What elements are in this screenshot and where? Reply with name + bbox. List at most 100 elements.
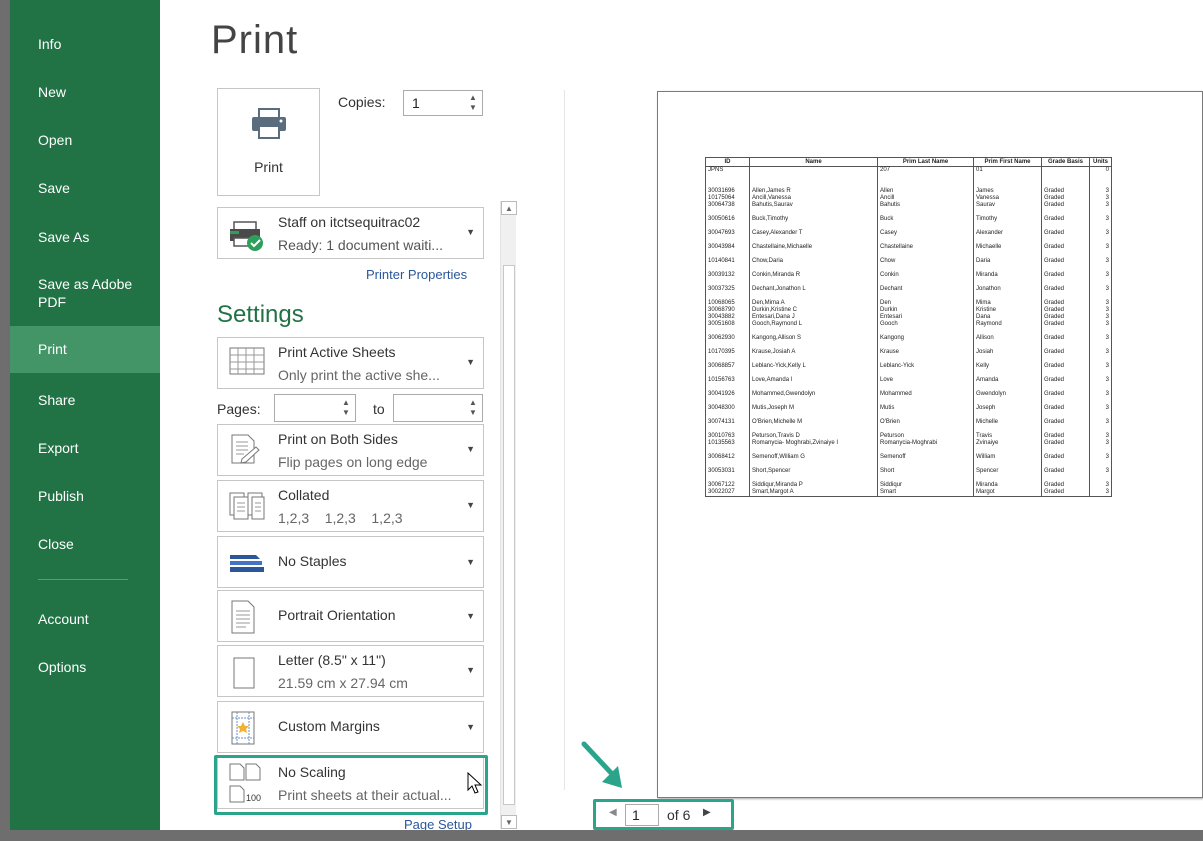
- collation-dropdown[interactable]: Collated 1,2,3 1,2,3 1,2,3 ▼: [217, 480, 484, 532]
- collation-title: Collated: [278, 487, 330, 503]
- scrollbar-thumb[interactable]: [503, 265, 515, 805]
- pages-to-down-icon[interactable]: ▼: [468, 409, 478, 417]
- table-cell-last: Peturson: [877, 426, 974, 440]
- collated-pages-icon: [229, 492, 265, 520]
- chevron-down-icon: ▼: [466, 611, 475, 621]
- table-cell-last: Mutis: [877, 398, 974, 412]
- portrait-page-icon: [231, 600, 255, 634]
- orientation-dropdown[interactable]: Portrait Orientation ▼: [217, 590, 484, 642]
- staples-dropdown[interactable]: No Staples ▼: [217, 536, 484, 588]
- copies-input[interactable]: 1 ▲ ▼: [403, 90, 483, 116]
- table-cell-units: 3: [1089, 174, 1112, 195]
- page-title: Print: [211, 18, 299, 62]
- pages-from-up-icon[interactable]: ▲: [341, 399, 351, 407]
- table-cell-last: Bahutis: [877, 202, 974, 209]
- preview-header-grade-basis: Grade Basis: [1041, 157, 1090, 167]
- table-cell-name: Smart,Margot A: [749, 489, 878, 497]
- sidebar-item-save-as[interactable]: Save As: [10, 228, 160, 246]
- table-cell-grade: Graded: [1041, 174, 1090, 195]
- table-cell-first: Miranda: [973, 265, 1042, 279]
- pages-to-input[interactable]: ▲ ▼: [393, 394, 483, 422]
- print-what-dropdown[interactable]: Print Active Sheets Only print the activ…: [217, 337, 484, 389]
- printer-properties-link[interactable]: Printer Properties: [366, 267, 467, 282]
- printer-dropdown[interactable]: Staff on itctsequitrac02 Ready: 1 docume…: [217, 207, 484, 259]
- copies-up-icon[interactable]: ▲: [468, 94, 478, 102]
- table-cell-grade: Graded: [1041, 293, 1090, 307]
- table-row: 30022027 Smart,Margot A Smart Margot Graded 3: [705, 489, 1112, 497]
- table-cell-first: Joseph: [973, 398, 1042, 412]
- sidebar-item-close[interactable]: Close: [10, 535, 160, 553]
- sidebar-item-options[interactable]: Options: [10, 658, 160, 676]
- table-cell-id: 30051608: [705, 321, 750, 328]
- sides-dropdown[interactable]: Print on Both Sides Flip pages on long e…: [217, 424, 484, 476]
- copies-down-icon[interactable]: ▼: [468, 104, 478, 112]
- table-cell-units: 3: [1089, 321, 1112, 328]
- chevron-down-icon: ▼: [466, 500, 475, 510]
- table-cell-first: Saurav: [973, 202, 1042, 209]
- paper-size-dropdown[interactable]: Letter (8.5" x 11") 21.59 cm x 27.94 cm …: [217, 645, 484, 697]
- table-cell-id: 30068790: [705, 307, 750, 314]
- table-row: 30067122 Siddiqur,Miranda P Siddiqur Mirand…: [705, 475, 1112, 489]
- print-button[interactable]: Print: [217, 88, 320, 196]
- printer-icon: [252, 108, 286, 139]
- annotation-arrow-icon: [581, 741, 622, 788]
- table-cell-grade: Graded: [1041, 314, 1090, 321]
- sidebar-item-account[interactable]: Account: [10, 610, 160, 628]
- scaling-highlight: [214, 755, 488, 815]
- pages-to-up-icon[interactable]: ▲: [468, 399, 478, 407]
- table-row: 10170395 Krause,Josiah A Krause Josiah Grade…: [705, 342, 1112, 356]
- table-cell-name: Mohammed,Gwendolyn: [749, 384, 878, 398]
- sidebar-item-export[interactable]: Export: [10, 439, 160, 457]
- table-cell-id: 10170395: [705, 342, 750, 356]
- table-cell-grade: Graded: [1041, 412, 1090, 426]
- table-cell-first: Margot: [973, 489, 1042, 497]
- sidebar-item-publish[interactable]: Publish: [10, 487, 160, 505]
- table-cell-name: Dechant,Jonathon L: [749, 279, 878, 293]
- printer-status: Ready: 1 document waiti...: [278, 237, 443, 253]
- table-cell-name: [749, 166, 878, 174]
- table-cell-grade: Graded: [1041, 461, 1090, 475]
- settings-scrollbar[interactable]: ▲ ▼: [500, 201, 517, 829]
- table-cell-name: Den,Mima A: [749, 293, 878, 307]
- table-row: 30031696 Allen,James R Allen James Graded 3: [705, 174, 1112, 195]
- table-cell-last: Buck: [877, 209, 974, 223]
- table-cell-name: Allen,James R: [749, 174, 878, 195]
- table-cell-units: 3: [1089, 195, 1112, 202]
- table-cell-grade: Graded: [1041, 447, 1090, 461]
- table-cell-units: 3: [1089, 251, 1112, 265]
- pages-from-input[interactable]: ▲ ▼: [274, 394, 356, 422]
- table-cell-id: 30031696: [705, 174, 750, 195]
- sidebar-item-save[interactable]: Save: [10, 179, 160, 197]
- excel-backstage-window: Info New Open Save Save As Save as Adobe…: [10, 0, 1203, 830]
- table-cell-first: Michelle: [973, 412, 1042, 426]
- table-cell-grade: Graded: [1041, 321, 1090, 328]
- table-cell-name: Romanycia- Moghrabi,Zvinaiye I: [749, 440, 878, 447]
- sidebar-item-new[interactable]: New: [10, 83, 160, 101]
- printer-ready-icon: [230, 221, 263, 251]
- table-cell-name: Kangong,Allison S: [749, 328, 878, 342]
- scroll-down-icon[interactable]: ▼: [501, 815, 517, 829]
- table-cell-last: Dechant: [877, 279, 974, 293]
- table-cell-units: 3: [1089, 328, 1112, 342]
- scroll-up-icon[interactable]: ▲: [501, 201, 517, 215]
- table-cell-grade: [1041, 166, 1090, 174]
- paper-size-subtitle: 21.59 cm x 27.94 cm: [278, 675, 408, 691]
- table-cell-grade: Graded: [1041, 237, 1090, 251]
- table-cell-first: Kelly: [973, 356, 1042, 370]
- sidebar-item-open[interactable]: Open: [10, 131, 160, 149]
- table-cell-name: Mutis,Joseph M: [749, 398, 878, 412]
- table-cell-first: James: [973, 174, 1042, 195]
- table-cell-last: Gooch: [877, 321, 974, 328]
- page-setup-link[interactable]: Page Setup: [404, 817, 472, 830]
- sidebar-item-share[interactable]: Share: [10, 391, 160, 409]
- table-row: 10135563 Romanycia- Moghrabi,Zvinaiye I Ro…: [705, 440, 1112, 447]
- sidebar-item-info[interactable]: Info: [10, 35, 160, 53]
- table-cell-name: Buck,Timothy: [749, 209, 878, 223]
- table-cell-units: 3: [1089, 440, 1112, 447]
- pages-from-down-icon[interactable]: ▼: [341, 409, 351, 417]
- sidebar-item-save-as-adobe-pdf[interactable]: Save as Adobe PDF: [10, 275, 140, 311]
- table-row: 30074131 O'Brien,Michelle M O'Brien Michell…: [705, 412, 1112, 426]
- margins-dropdown[interactable]: Custom Margins ▼: [217, 701, 484, 753]
- sidebar-item-print[interactable]: Print: [10, 326, 160, 373]
- table-cell-id: 10175064: [705, 195, 750, 202]
